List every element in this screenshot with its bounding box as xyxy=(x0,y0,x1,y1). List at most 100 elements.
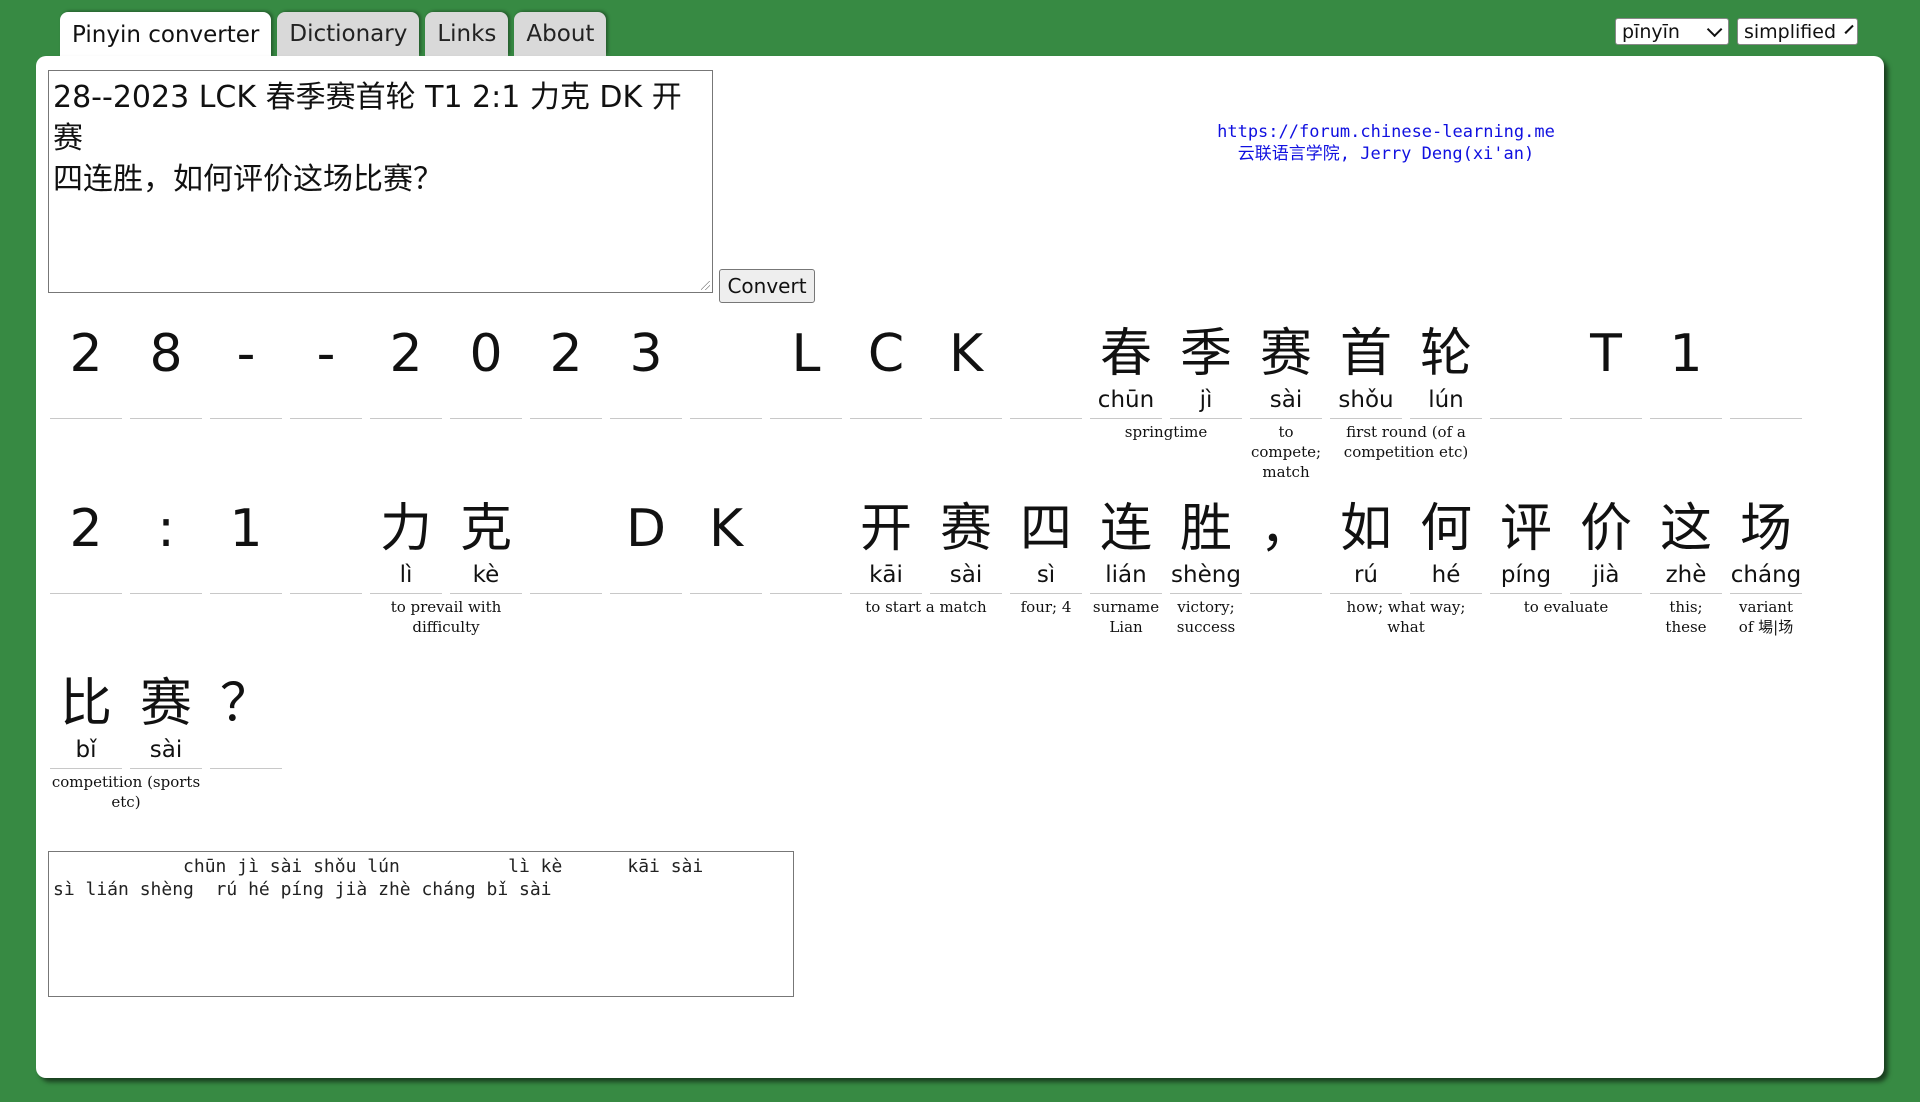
definition-label xyxy=(1490,419,1562,422)
word-group: 比 bǐ 赛 sài competition (sports etc) xyxy=(50,658,202,812)
word-group xyxy=(1730,308,1802,482)
hanzi-char: 1 xyxy=(229,499,263,559)
pinyin-label xyxy=(1730,384,1802,419)
definition-label xyxy=(1010,419,1082,422)
definition-label xyxy=(50,419,122,422)
hanzi-char: 场 xyxy=(1739,499,1792,559)
tab-about[interactable]: About xyxy=(514,12,607,56)
definition-label: this; these xyxy=(1665,598,1707,636)
pinyin-label xyxy=(290,384,362,419)
tab-pinyin-converter[interactable]: Pinyin converter xyxy=(60,12,272,58)
tab-dictionary[interactable]: Dictionary xyxy=(277,12,420,56)
pinyin-label xyxy=(770,559,842,594)
tone-mode-value: pīnyīn xyxy=(1622,20,1680,43)
pinyin-label xyxy=(1010,384,1082,419)
word-group: C xyxy=(850,308,922,482)
word-group: 2 xyxy=(530,308,602,482)
hanzi-char: 克 xyxy=(459,499,512,559)
tone-mode-select[interactable]: pīnyīn xyxy=(1615,18,1729,45)
hanzi-char: 1 xyxy=(1669,324,1703,384)
char-cell: 评 píng xyxy=(1490,483,1562,594)
pinyin-label: kè xyxy=(450,559,522,594)
word-chars: 1 xyxy=(1650,308,1722,419)
hanzi-char: T xyxy=(1590,324,1622,384)
char-cell: 2 xyxy=(530,308,602,419)
char-cell xyxy=(690,308,762,419)
char-cell: 克 kè xyxy=(450,483,522,594)
options-bar: pīnyīn simplified xyxy=(1615,18,1858,45)
char-cell: 首 shǒu xyxy=(1330,308,1402,419)
definition-label xyxy=(130,419,202,422)
definition-label: to evaluate xyxy=(1523,598,1609,616)
pinyin-output-textarea[interactable]: chūn jì sài shǒu lún lì kè kāi sài sì li… xyxy=(48,851,794,997)
pinyin-label: jià xyxy=(1570,559,1642,594)
definition-label: competition (sports etc) xyxy=(51,773,201,811)
hanzi-char: 赛 xyxy=(139,674,192,734)
word-chars: 首 shǒu 轮 lún xyxy=(1330,308,1482,419)
pinyin-label xyxy=(1490,384,1562,419)
pinyin-label xyxy=(930,384,1002,419)
tab-links[interactable]: Links xyxy=(425,12,509,56)
word-group: 连 lián surname Lian xyxy=(1090,483,1162,637)
char-cell: 力 lì xyxy=(370,483,442,594)
char-cell: 轮 lún xyxy=(1410,308,1482,419)
definition-label: springtime xyxy=(1124,423,1208,441)
definition-label xyxy=(530,419,602,422)
char-cell: 如 rú xyxy=(1330,483,1402,594)
char-cell: 春 chūn xyxy=(1090,308,1162,419)
word-chars xyxy=(290,483,362,594)
word-group xyxy=(690,308,762,482)
char-cell: 赛 sài xyxy=(930,483,1002,594)
word-chars xyxy=(1490,308,1562,419)
pinyin-label: sài xyxy=(130,734,202,769)
word-group: 如 rú 何 hé how; what way; what xyxy=(1330,483,1482,637)
word-chars: D xyxy=(610,483,682,594)
credits: https://forum.chinese-learning.me 云联语言学院… xyxy=(1186,121,1586,165)
word-chars: 四 sì xyxy=(1010,483,1082,594)
hanzi-char: - xyxy=(316,324,336,384)
author-credit: 云联语言学院, Jerry Deng(xi'an) xyxy=(1237,144,1535,164)
hanzi-char: ， xyxy=(1259,499,1312,559)
word-chars xyxy=(770,483,842,594)
definition-label xyxy=(610,419,682,422)
char-cell: K xyxy=(930,308,1002,419)
definition-label xyxy=(1730,419,1802,422)
definition-label xyxy=(610,594,682,597)
pinyin-label xyxy=(370,384,442,419)
hanzi-char: 赛 xyxy=(939,499,992,559)
char-cell: - xyxy=(210,308,282,419)
resize-handle-icon[interactable] xyxy=(701,281,710,290)
main-panel: 28--2023 LCK 春季赛首轮 T1 2:1 力克 DK 开赛 四连胜，如… xyxy=(36,56,1884,1078)
hanzi-char: 如 xyxy=(1339,499,1392,559)
word-chars: 3 xyxy=(610,308,682,419)
chinese-input-textarea[interactable]: 28--2023 LCK 春季赛首轮 T1 2:1 力克 DK 开赛 四连胜，如… xyxy=(48,70,713,293)
pinyin-label xyxy=(1570,384,1642,419)
pinyin-label xyxy=(50,559,122,594)
word-chars: 开 kāi 赛 sài xyxy=(850,483,1002,594)
hanzi-char xyxy=(530,483,602,559)
word-chars: 2 xyxy=(50,483,122,594)
hanzi-char: ？ xyxy=(219,674,272,734)
pinyin-label xyxy=(530,384,602,419)
input-line: 28--2023 LCK 春季赛首轮 T1 2:1 力克 DK 开赛 xyxy=(53,80,682,156)
word-group: 评 píng 价 jià to evaluate xyxy=(1490,483,1642,637)
word-group: ？ xyxy=(210,658,282,812)
word-chars: 胜 shèng xyxy=(1170,483,1242,594)
char-cell: 何 hé xyxy=(1410,483,1482,594)
definition-label: to start a match xyxy=(865,598,987,616)
definition-label: to compete; match xyxy=(1250,423,1322,481)
char-cell xyxy=(770,483,842,594)
convert-button[interactable]: Convert xyxy=(719,269,815,303)
word-group: 1 xyxy=(210,483,282,637)
word-group: 1 xyxy=(1650,308,1722,482)
word-group xyxy=(1490,308,1562,482)
script-select[interactable]: simplified xyxy=(1737,18,1858,45)
word-chars xyxy=(530,483,602,594)
hanzi-char: D xyxy=(625,499,667,559)
definition-label xyxy=(290,419,362,422)
hanzi-char: 四 xyxy=(1019,499,1072,559)
word-chars xyxy=(690,308,762,419)
forum-link[interactable]: https://forum.chinese-learning.me xyxy=(1186,121,1586,143)
char-cell: K xyxy=(690,483,762,594)
pinyin-label xyxy=(210,559,282,594)
